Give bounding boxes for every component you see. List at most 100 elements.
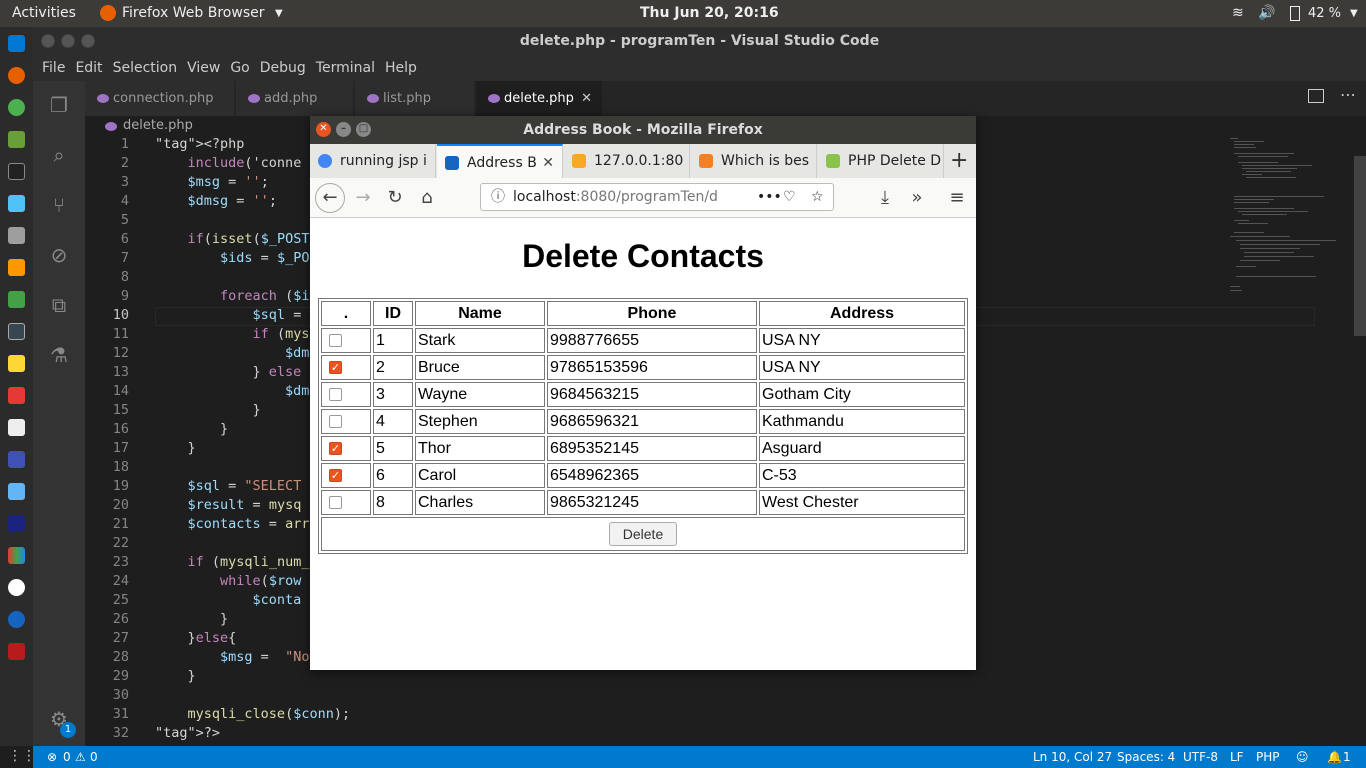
close-window-button[interactable] bbox=[41, 34, 55, 48]
errors-icon[interactable]: ⊗ bbox=[47, 746, 57, 768]
downloads-icon[interactable]: ⤓ bbox=[872, 186, 898, 210]
ff-minimize-button[interactable]: – bbox=[336, 122, 351, 137]
encoding[interactable]: UTF-8 bbox=[1183, 746, 1218, 768]
search-icon[interactable]: ⌕ bbox=[47, 143, 71, 167]
row-checkbox[interactable] bbox=[329, 495, 342, 509]
scrollbar-thumb[interactable] bbox=[1354, 156, 1366, 336]
tab-delete-php[interactable]: delete.php ✕ bbox=[476, 81, 603, 116]
extensions-icon[interactable]: ⧉ bbox=[47, 293, 71, 317]
tab-list-php[interactable]: list.php bbox=[355, 81, 475, 116]
app-icon-11[interactable] bbox=[8, 355, 25, 372]
system-top-bar: Activities Firefox Web Browser ▼ Thu Jun… bbox=[0, 0, 1366, 27]
notification-count[interactable]: 1 bbox=[1343, 746, 1351, 768]
language-mode[interactable]: PHP bbox=[1256, 746, 1280, 768]
reload-icon[interactable]: ↻ bbox=[382, 186, 408, 210]
close-tab-icon[interactable]: ✕ bbox=[542, 146, 554, 178]
delete-button[interactable]: Delete bbox=[608, 522, 678, 546]
app-menu[interactable]: Firefox Web Browser bbox=[122, 5, 265, 21]
ff-tab-php-delete[interactable]: PHP Delete D bbox=[818, 144, 944, 178]
menu-selection[interactable]: Selection bbox=[108, 55, 183, 81]
text-editor-icon[interactable] bbox=[8, 419, 25, 436]
wifi-icon[interactable]: ≋ bbox=[1232, 5, 1244, 21]
app-icon-14[interactable] bbox=[8, 451, 25, 468]
ff-tab-address-book[interactable]: Address B ✕ bbox=[437, 144, 563, 178]
overflow-chevron-icon[interactable]: » bbox=[904, 186, 930, 210]
menu-file[interactable]: File bbox=[37, 55, 70, 81]
cursor-position[interactable]: Ln 10, Col 27 bbox=[1033, 746, 1112, 768]
page-actions-icon[interactable]: ••• bbox=[753, 184, 786, 210]
row-checkbox[interactable] bbox=[329, 360, 342, 374]
menu-go[interactable]: Go bbox=[225, 55, 254, 81]
editor-scrollbar[interactable] bbox=[1352, 136, 1366, 746]
error-count[interactable]: 0 bbox=[63, 746, 71, 768]
new-tab-icon[interactable]: + bbox=[950, 148, 968, 173]
system-menu-chevron-icon[interactable]: ▼ bbox=[1350, 8, 1358, 19]
terminal-app-icon[interactable] bbox=[8, 163, 25, 180]
app-icon-18[interactable] bbox=[8, 579, 25, 596]
explorer-icon[interactable]: ❐ bbox=[47, 93, 71, 117]
menu-help[interactable]: Help bbox=[380, 55, 422, 81]
pocket-icon[interactable]: ♡ bbox=[783, 184, 796, 210]
indentation[interactable]: Spaces: 4 bbox=[1117, 746, 1175, 768]
activities-button[interactable]: Activities bbox=[12, 5, 76, 21]
app-icon-7[interactable] bbox=[8, 227, 25, 244]
row-checkbox[interactable] bbox=[329, 468, 342, 482]
warning-icon[interactable]: ⚠ bbox=[75, 746, 86, 768]
tab-connection-php[interactable]: connection.php bbox=[85, 81, 235, 116]
app-icon-15[interactable] bbox=[8, 483, 25, 500]
source-control-icon[interactable]: ⑂ bbox=[47, 193, 71, 217]
app-icon-6[interactable] bbox=[8, 195, 25, 212]
line-ending[interactable]: LF bbox=[1230, 746, 1244, 768]
bookmark-star-icon[interactable]: ☆ bbox=[811, 184, 824, 210]
hamburger-menu-icon[interactable]: ≡ bbox=[944, 186, 970, 210]
tab-add-php[interactable]: add.php bbox=[236, 81, 354, 116]
row-checkbox[interactable] bbox=[329, 414, 342, 428]
home-icon[interactable]: ⌂ bbox=[414, 186, 440, 210]
row-checkbox[interactable] bbox=[329, 387, 342, 401]
split-editor-icon[interactable] bbox=[1308, 89, 1324, 103]
info-icon[interactable]: ⓘ bbox=[491, 184, 505, 210]
app-icon-16[interactable] bbox=[8, 515, 25, 532]
warning-count[interactable]: 0 bbox=[90, 746, 98, 768]
chrome-icon[interactable] bbox=[8, 99, 25, 116]
back-arrow-icon[interactable]: ← bbox=[315, 183, 345, 213]
ff-maximize-button[interactable]: □ bbox=[356, 122, 371, 137]
feedback-smiley-icon[interactable]: ☺ bbox=[1296, 746, 1309, 768]
sublime-icon[interactable] bbox=[8, 259, 25, 276]
ff-tab-running-jsp[interactable]: running jsp i bbox=[310, 144, 436, 178]
flask-icon[interactable]: ⚗ bbox=[47, 343, 71, 367]
app-icon-17[interactable] bbox=[8, 547, 25, 564]
menu-terminal[interactable]: Terminal bbox=[311, 55, 380, 81]
app-icon-20[interactable] bbox=[8, 643, 25, 660]
volume-icon[interactable]: 🔊 bbox=[1258, 5, 1275, 21]
terminal-icon[interactable] bbox=[8, 323, 25, 340]
breadcrumb-file[interactable]: delete.php bbox=[123, 118, 193, 133]
android-icon[interactable] bbox=[8, 131, 25, 148]
more-actions-icon[interactable]: ⋯ bbox=[1340, 85, 1356, 104]
editor-tabs: connection.php add.php list.php delete.p… bbox=[85, 81, 1366, 116]
menu-debug[interactable]: Debug bbox=[255, 55, 311, 81]
forward-arrow-icon[interactable]: → bbox=[350, 186, 376, 210]
minimize-window-button[interactable] bbox=[61, 34, 75, 48]
ff-tab-127[interactable]: 127.0.0.1:80 bbox=[564, 144, 690, 178]
app-icon-12[interactable] bbox=[8, 387, 25, 404]
battery-icon[interactable] bbox=[1290, 6, 1300, 21]
bell-icon[interactable]: 🔔 bbox=[1327, 746, 1342, 768]
menu-edit[interactable]: Edit bbox=[70, 55, 107, 81]
minimap[interactable] bbox=[1230, 136, 1350, 296]
clock[interactable]: Thu Jun 20, 20:16 bbox=[640, 5, 779, 21]
debug-icon[interactable]: ⊘ bbox=[47, 243, 71, 267]
vscode-icon[interactable] bbox=[8, 35, 25, 52]
row-checkbox[interactable] bbox=[329, 333, 342, 347]
row-checkbox[interactable] bbox=[329, 441, 342, 455]
ff-tab-which-is-best[interactable]: Which is bes bbox=[691, 144, 817, 178]
maximize-window-button[interactable] bbox=[81, 34, 95, 48]
firefox-dock-icon[interactable] bbox=[8, 67, 25, 84]
ff-close-button[interactable]: ✕ bbox=[316, 122, 331, 137]
app-icon-9[interactable] bbox=[8, 291, 25, 308]
close-tab-icon[interactable]: ✕ bbox=[581, 81, 592, 116]
menu-view[interactable]: View bbox=[182, 55, 225, 81]
show-apps-icon[interactable]: ⋮⋮ bbox=[8, 748, 36, 764]
app-icon-19[interactable] bbox=[8, 611, 25, 628]
url-bar[interactable]: ⓘ localhost:8080/programTen/d ••• ♡ ☆ bbox=[480, 183, 834, 211]
